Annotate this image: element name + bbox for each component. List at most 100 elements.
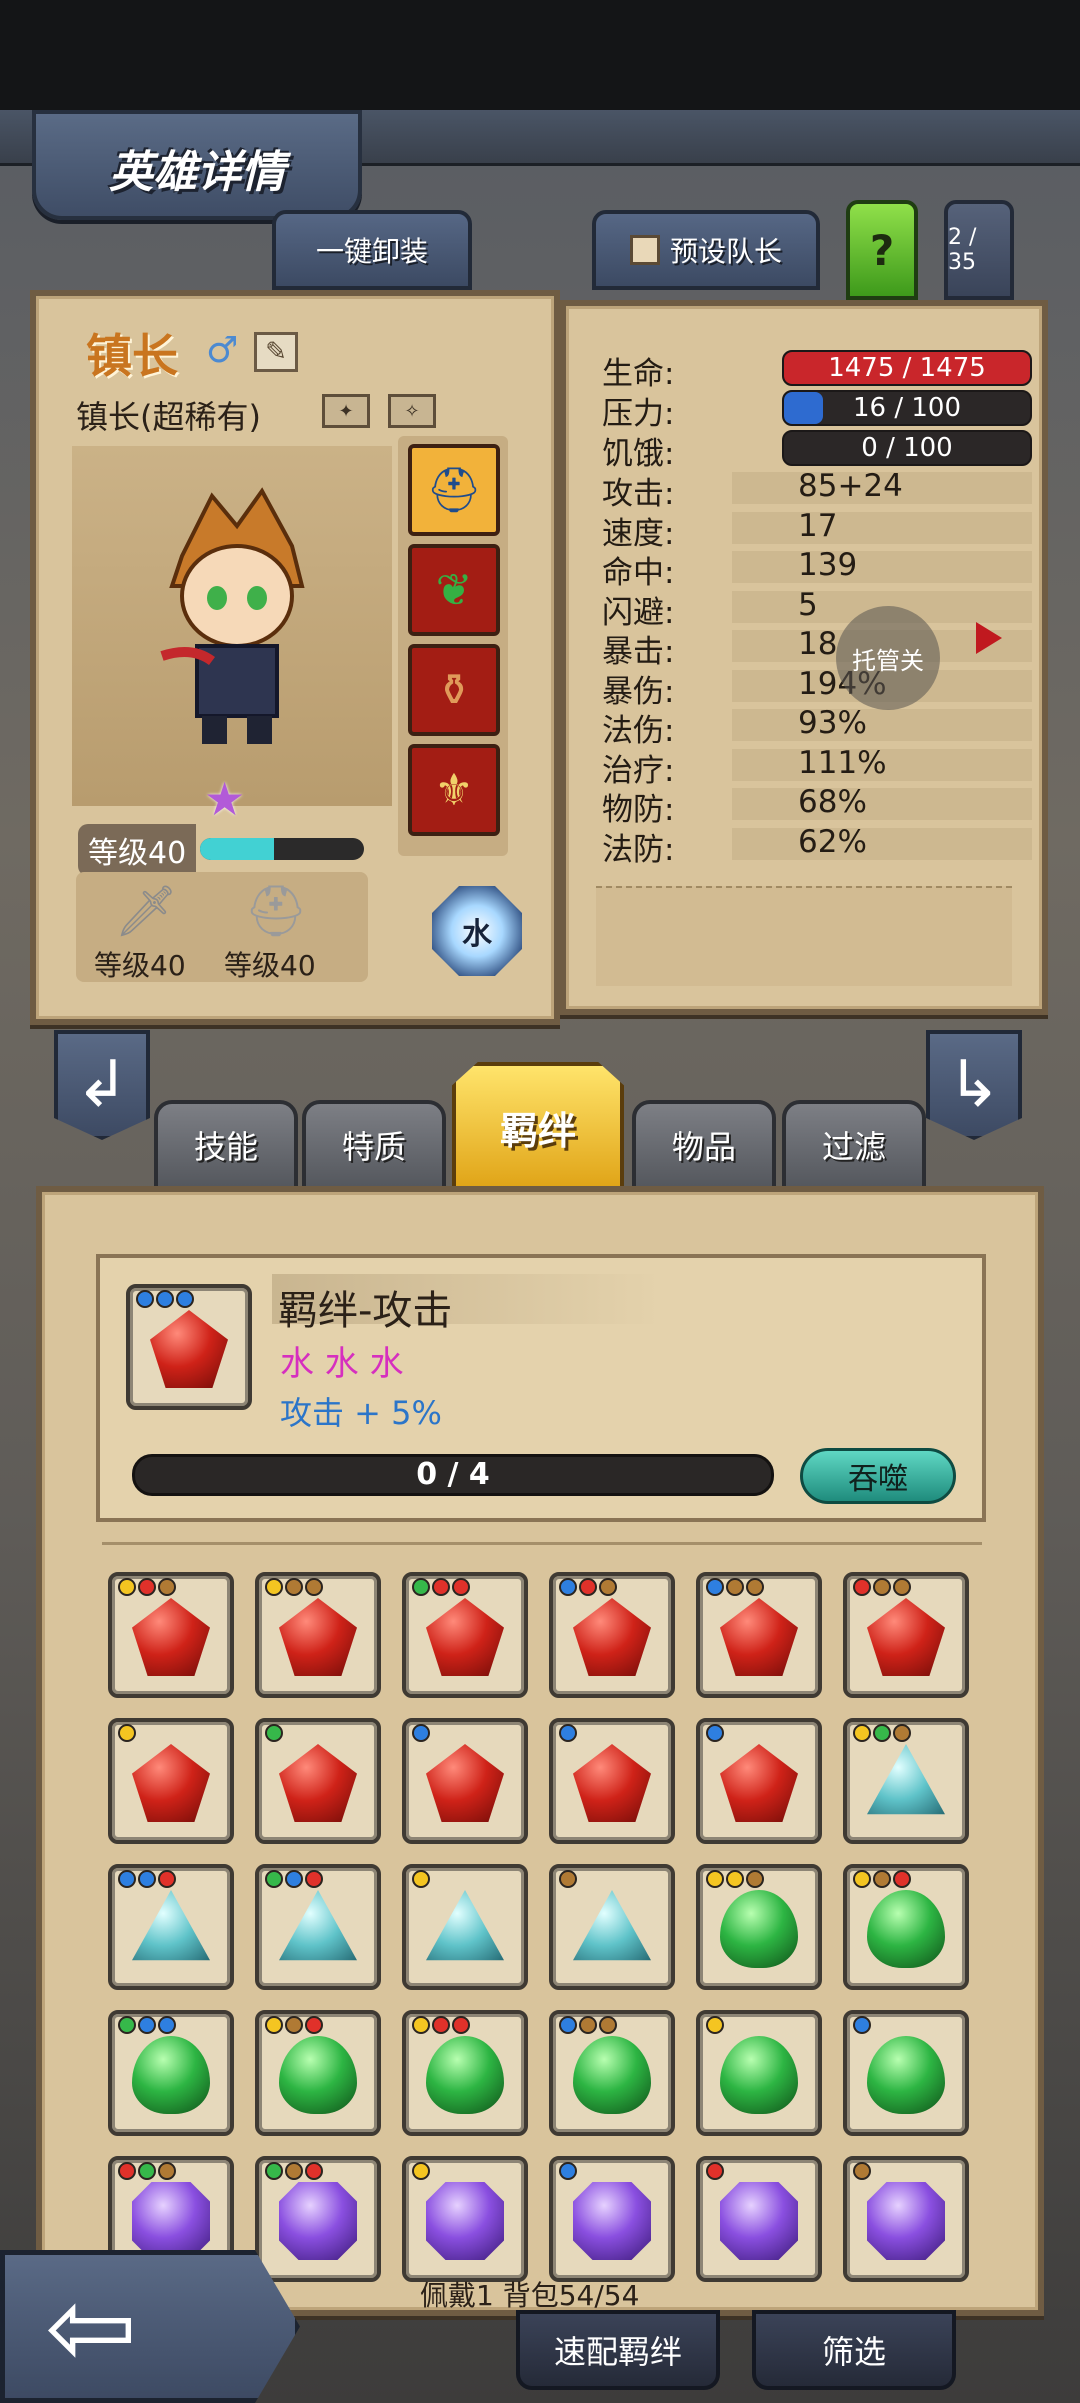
red-dot [452,2016,470,2034]
preset-leader-button[interactable]: 预设队长 [592,210,820,290]
yellow-dot [412,2162,430,2180]
inventory-gem-slot[interactable] [255,1572,381,1698]
inventory-gem-slot[interactable] [696,1718,822,1844]
stat-value: 17 [798,507,838,544]
stat-row-shade [732,511,1032,544]
stress-bar: 16 / 100 [782,390,1032,426]
skill-info-icon[interactable]: ✧ [388,394,436,428]
helmet-slot[interactable]: ⛑ [408,444,500,536]
inventory-gem-slot[interactable] [843,1718,969,1844]
devour-button[interactable]: 吞噬 [800,1448,956,1504]
inventory-gem-slot[interactable] [108,2010,234,2136]
tab-items[interactable]: 物品 [632,1100,776,1190]
tab-skills[interactable]: 技能 [154,1100,298,1190]
gourd-icon: ⚱ [435,664,473,716]
back-button[interactable]: ⇦ [0,2250,300,2403]
gem-dots [706,1578,764,1596]
quick-bond-button[interactable]: 速配羁绊 [516,2310,720,2390]
amulet-slot[interactable]: ❦ [408,544,500,636]
mask-slot[interactable]: ⚜ [408,744,500,836]
inventory-gem-slot[interactable] [549,2156,675,2282]
inventory-gem-slot[interactable] [696,2010,822,2136]
inventory-gem-slot[interactable] [843,1572,969,1698]
inventory-gem-slot[interactable] [549,1864,675,1990]
stat-label: 饥饿: [602,436,675,472]
tab-filter[interactable]: 过滤 [782,1100,926,1190]
stat-row: 攻击: 85+24 [602,468,1032,512]
yellow-dot [726,1870,744,1888]
help-button[interactable]: ? [846,200,918,300]
hunger-bar: 0 / 100 [782,430,1032,466]
gem-dots [118,1870,176,1888]
arrow-left-icon: ↲ [75,1048,129,1122]
stat-label: 攻击: [602,476,675,512]
stat-label: 治疗: [602,752,675,789]
bond-progress-text: 0 / 4 [416,1457,490,1492]
unequip-all-button[interactable]: 一键卸装 [272,210,472,290]
green-dot [873,1724,891,1742]
tab-traits[interactable]: 特质 [302,1100,446,1190]
inventory-gem-slot[interactable] [402,1864,528,1990]
stat-label: 法防: [602,831,675,868]
status-bar-area [0,0,1080,110]
class-info-icon[interactable]: ✦ [322,394,370,428]
inventory-gem-slot[interactable] [843,1864,969,1990]
cyan-gem-icon [132,1890,210,1961]
red-dot [305,1870,323,1888]
inventory-gem-slot[interactable] [843,2156,969,2282]
inventory-gem-slot[interactable] [549,1572,675,1698]
inventory-gem-slot[interactable] [255,1718,381,1844]
inventory-gem-slot[interactable] [402,2010,528,2136]
tab-bonds[interactable]: 羁绊 [452,1062,624,1192]
auto-host-toggle[interactable]: 托管关 [836,606,940,710]
stat-value: 5 [798,586,818,623]
brown-dot [853,2162,871,2180]
inventory-gem-slot[interactable] [696,1864,822,1990]
hunger-value: 0 / 100 [861,433,953,463]
brown-dot [285,2016,303,2034]
inventory-gem-slot[interactable] [255,1864,381,1990]
inventory-gem-slot[interactable] [549,2010,675,2136]
weapon-level: 等级40 [94,949,186,982]
preset-leader-checkbox[interactable] [629,235,660,265]
purple-gem-icon [867,2182,945,2260]
sword-icon[interactable]: 🗡 [106,882,186,942]
inventory-gem-slot[interactable] [402,2156,528,2282]
inventory-gem-slot[interactable] [108,1718,234,1844]
yellow-dot [412,1870,430,1888]
stat-row-hp: 生命: 1475 / 1475 [602,348,1032,392]
gem-dots [559,1724,577,1742]
gem-dots [265,1724,283,1742]
armor-helmet-icon[interactable]: ⛑ [236,882,316,942]
red-gem-icon [279,1744,357,1822]
element-badge[interactable]: 水 [432,886,522,976]
inventory-gem-slot[interactable] [843,2010,969,2136]
brown-dot [285,1578,303,1596]
xp-bar [200,838,364,860]
inventory-gem-slot[interactable] [402,1572,528,1698]
inventory-gem-slot[interactable] [549,1718,675,1844]
inventory-gem-slot[interactable] [255,2010,381,2136]
next-hero-button[interactable]: ↳ [926,1030,1022,1140]
inventory-gem-slot[interactable] [402,1718,528,1844]
inventory-gem-slot[interactable] [108,1864,234,1990]
inventory-count: 佩戴1 背包54/54 [420,2279,640,2312]
brown-dot [599,2016,617,2034]
potion-slot[interactable]: ⚱ [408,644,500,736]
gem-dots [559,2162,577,2180]
stat-row-stress: 压力: 16 / 100 [602,388,1032,432]
brown-dot [873,1870,891,1888]
brown-dot [158,1578,176,1596]
tab-label: 羁绊 [499,1108,576,1153]
green-dot [412,1578,430,1596]
rename-edit-icon[interactable]: ✎ [254,332,298,372]
inventory-gem-slot[interactable] [696,1572,822,1698]
inventory-gem-slot[interactable] [255,2156,381,2282]
gem-dots [118,2162,176,2180]
inventory-gem-slot[interactable] [108,1572,234,1698]
selected-gem[interactable] [126,1284,252,1410]
next-arrow-icon[interactable] [976,622,1002,654]
filter-button[interactable]: 筛选 [752,2310,956,2390]
inventory-gem-slot[interactable] [696,2156,822,2282]
previous-hero-button[interactable]: ↲ [54,1030,150,1140]
